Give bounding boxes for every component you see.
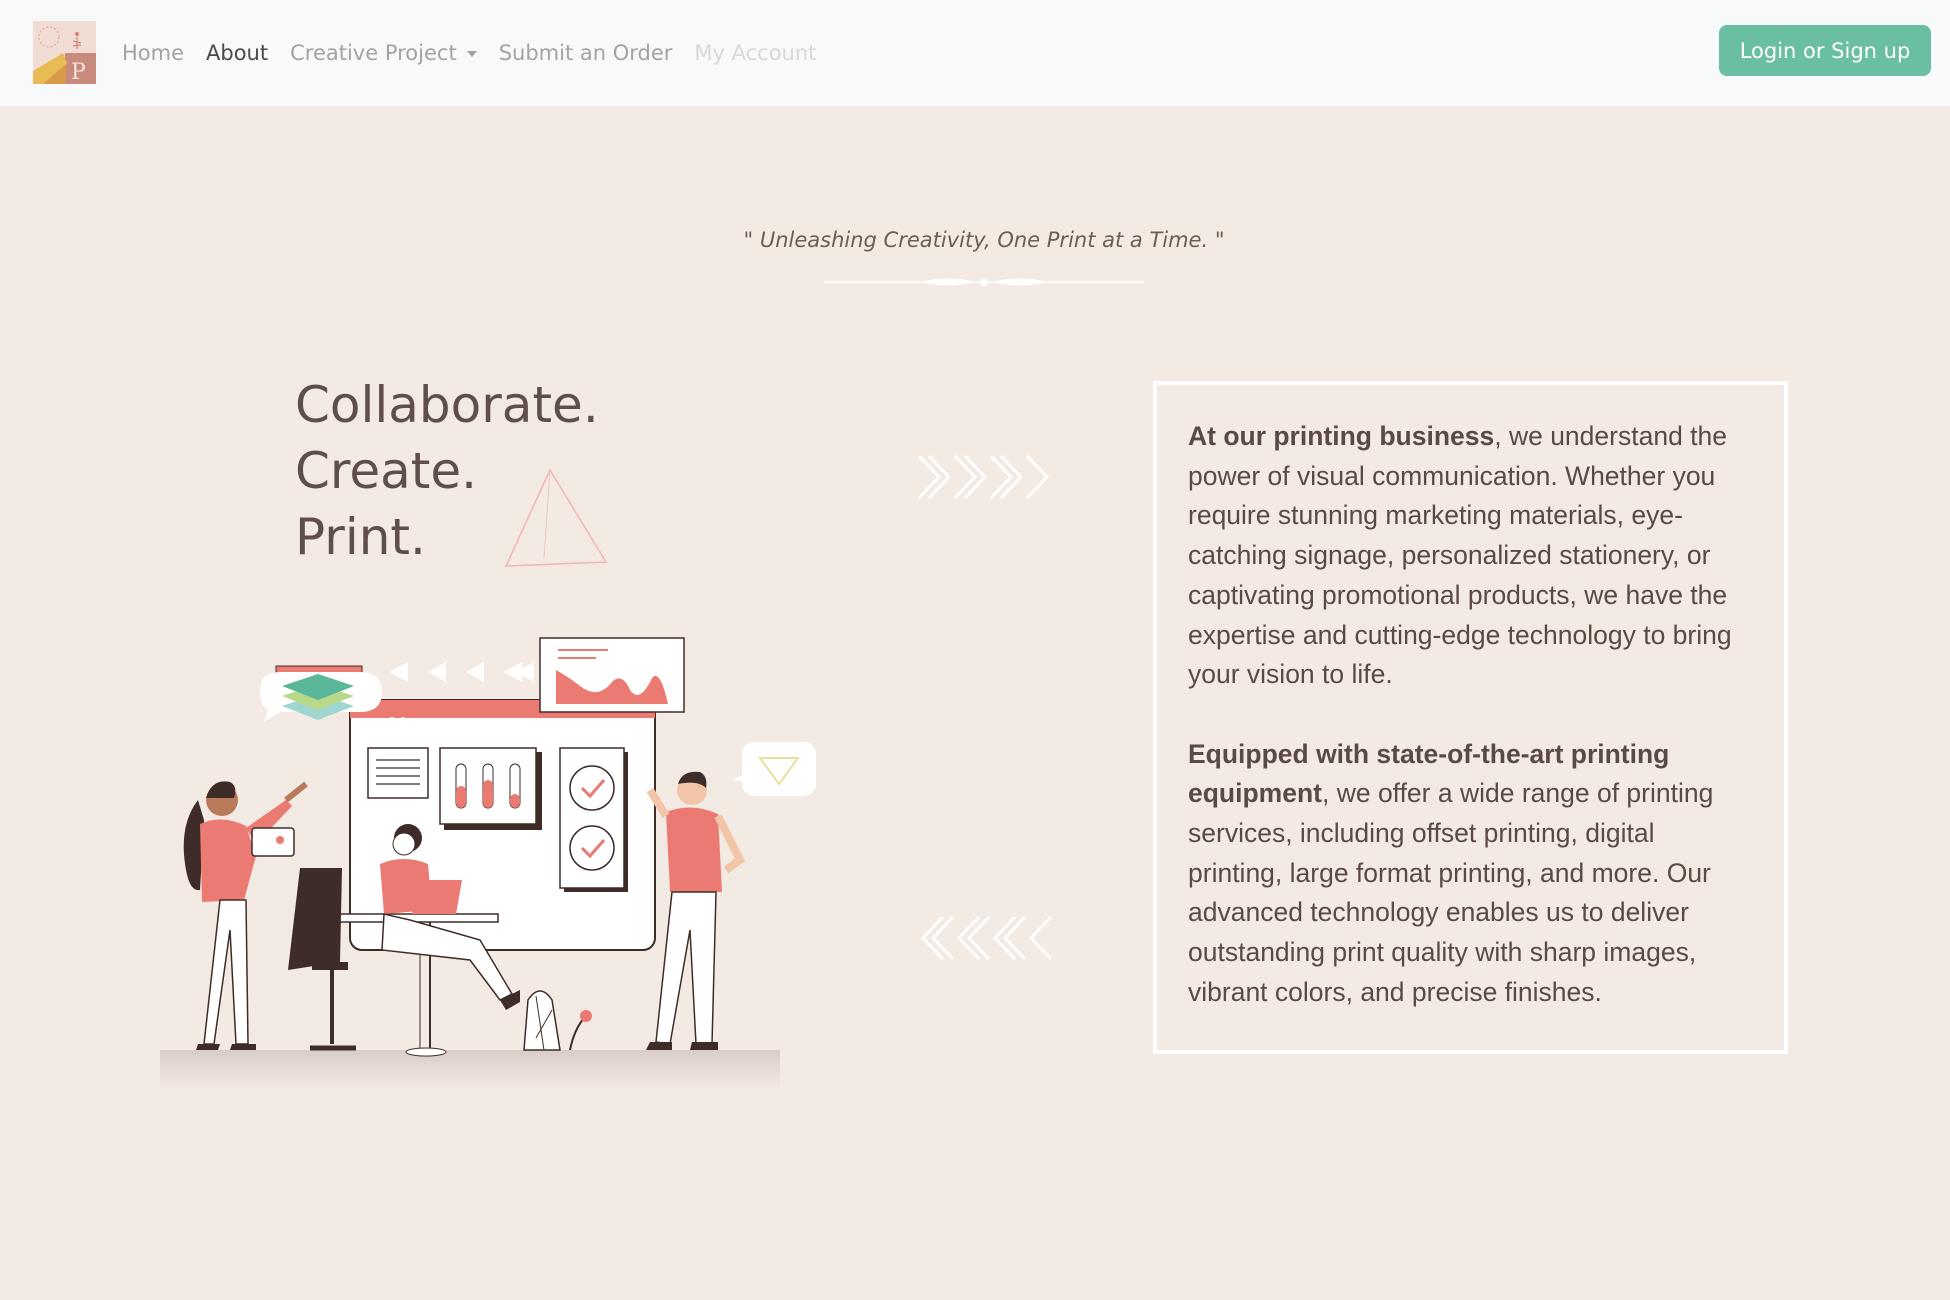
about-paragraph-1: At our printing business, we understand … — [1188, 417, 1753, 695]
about-text-box: At our printing business, we understand … — [1153, 381, 1788, 1054]
about-paragraph-2: Equipped with state-of-the-art printing … — [1188, 735, 1753, 1013]
about-paragraph-2-body: , we offer a wide range of printing serv… — [1188, 778, 1714, 1007]
team-collaboration-illustration — [160, 637, 816, 1090]
headline-line-collaborate: Collaborate. — [295, 376, 599, 434]
chevrons-right-icon — [917, 454, 1050, 500]
brand-logo[interactable]: P — [33, 21, 96, 85]
triangle-decoration-icon — [504, 468, 608, 567]
ornament-divider — [824, 278, 1144, 286]
svg-text:P: P — [71, 60, 86, 84]
chevrons-left-icon — [920, 915, 1053, 961]
about-paragraph-1-body: , we understand the power of visual comm… — [1188, 421, 1732, 690]
nav-home[interactable]: Home — [122, 41, 184, 65]
nav-links: Home About Creative Project Submit an Or… — [122, 0, 838, 106]
tagline-quote: " Unleashing Creativity, One Print at a … — [743, 228, 1225, 252]
nav-creative-project-dropdown[interactable]: Creative Project — [290, 41, 477, 65]
login-signup-button[interactable]: Login or Sign up — [1719, 25, 1931, 76]
nav-about[interactable]: About — [206, 41, 268, 65]
caret-down-icon — [466, 51, 477, 57]
navbar: P Home About Creative Project Submit an … — [0, 0, 1950, 106]
nav-submit-order[interactable]: Submit an Order — [499, 41, 673, 65]
nav-creative-project-label: Creative Project — [290, 41, 457, 65]
about-paragraph-1-lead: At our printing business — [1188, 421, 1495, 451]
nav-my-account: My Account — [694, 41, 817, 65]
